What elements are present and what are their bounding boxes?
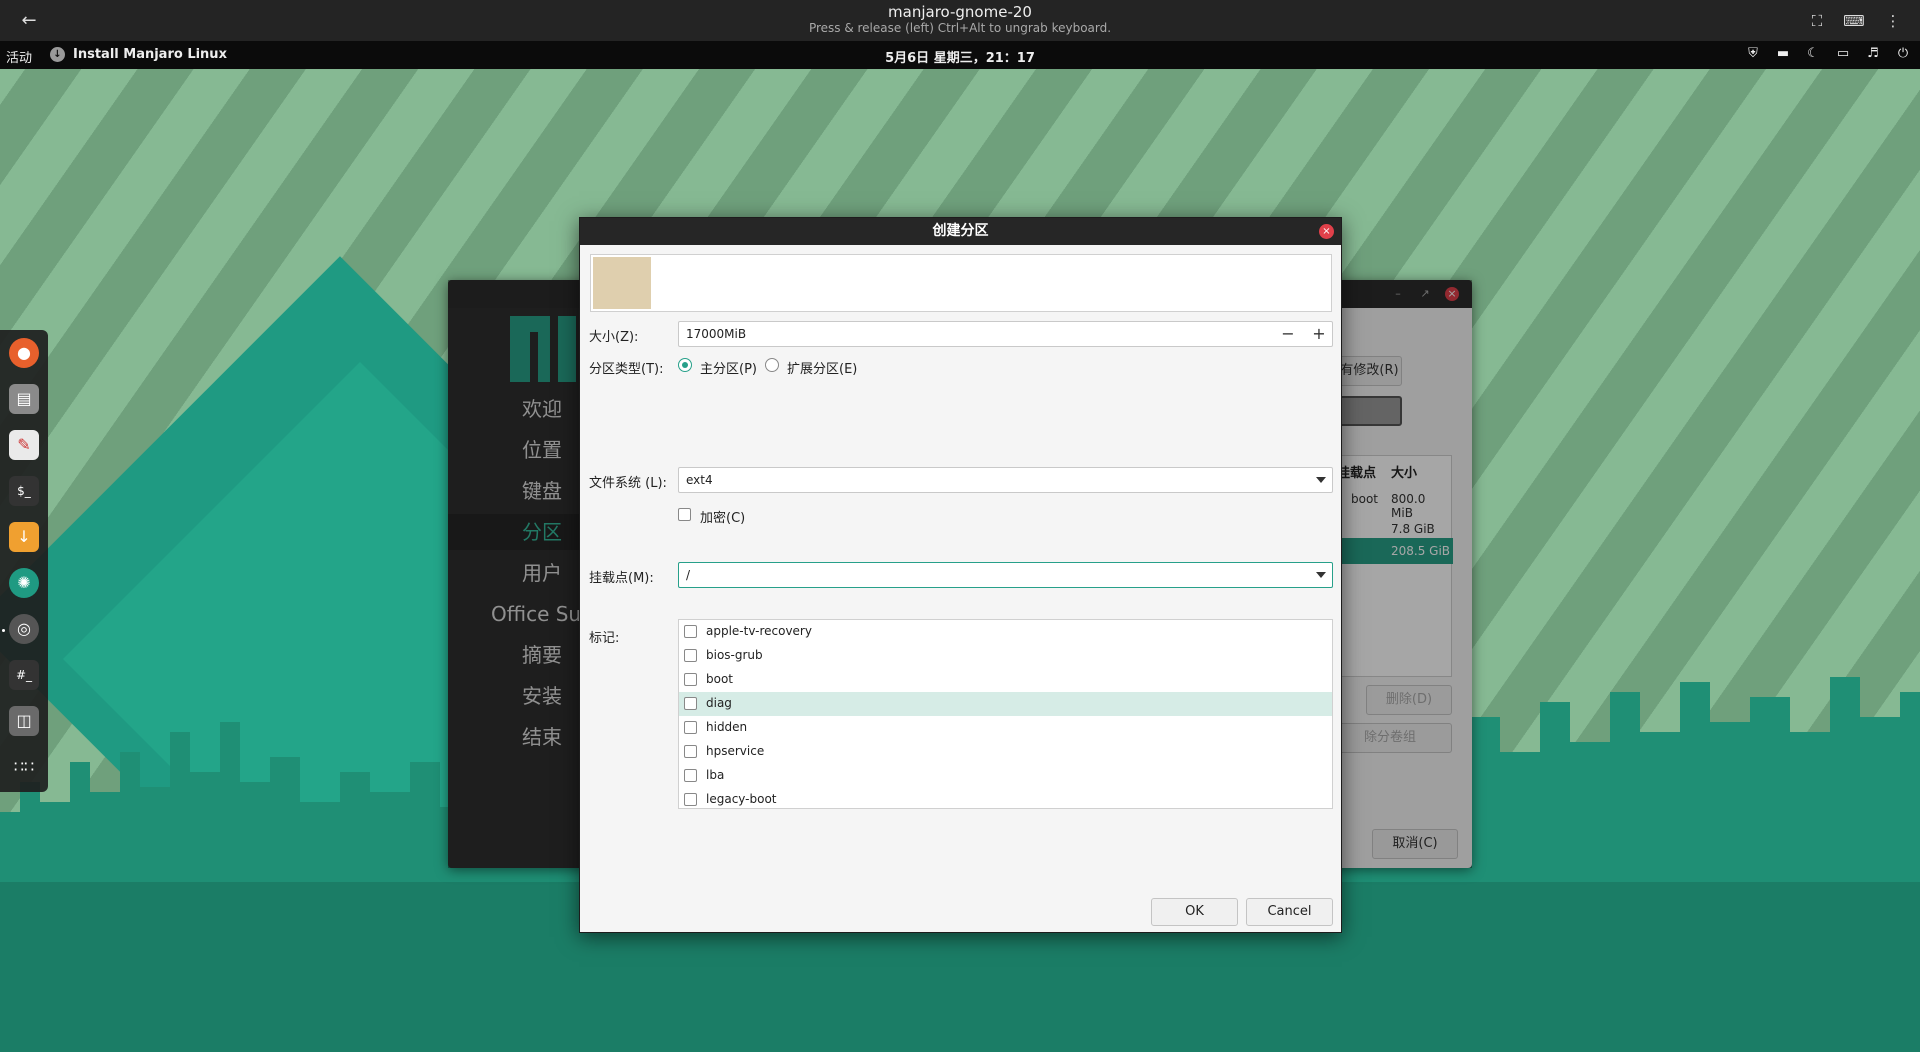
- flag-label: hpservice: [706, 744, 765, 758]
- cancel-button[interactable]: Cancel: [1246, 898, 1333, 926]
- ok-button[interactable]: OK: [1151, 898, 1238, 926]
- create-partition-dialog: 创建分区 × 大小(Z): 17000MiB − + 分区类型(T): 主分区(…: [579, 217, 1342, 933]
- list-item-highlighted[interactable]: diag: [679, 692, 1332, 716]
- terminal-update-icon[interactable]: #_: [9, 660, 39, 690]
- list-item[interactable]: hidden: [679, 716, 1332, 740]
- extended-partition-label[interactable]: 扩展分区(E): [787, 358, 857, 377]
- filesystem-value: ext4: [686, 473, 713, 487]
- flag-label: bios-grub: [706, 648, 763, 662]
- flag-checkbox[interactable]: [684, 793, 697, 806]
- terminal-icon[interactable]: $_: [9, 476, 39, 506]
- flag-checkbox[interactable]: [684, 769, 697, 782]
- power-icon[interactable]: ⏻: [1894, 45, 1912, 63]
- fullscreen-icon[interactable]: ⛶: [1806, 10, 1828, 32]
- shield-icon[interactable]: ⛨: [1744, 45, 1762, 63]
- installer-disc-icon[interactable]: ◎: [9, 614, 39, 644]
- decrement-icon[interactable]: −: [1278, 325, 1298, 343]
- dialog-title: 创建分区: [580, 218, 1341, 245]
- viewer-title: manjaro-gnome-20: [888, 3, 1032, 21]
- menu-kebab-icon[interactable]: ⋮: [1882, 10, 1904, 32]
- mount-point-combobox[interactable]: /: [678, 562, 1333, 588]
- screen-icon[interactable]: ▭: [1834, 45, 1852, 63]
- primary-partition-radio[interactable]: [678, 358, 692, 372]
- size-spinbox[interactable]: 17000MiB − +: [678, 321, 1333, 347]
- filesystem-label: 文件系统 (L):: [589, 476, 667, 491]
- night-light-icon[interactable]: ☾: [1804, 45, 1822, 63]
- system-tray[interactable]: ⛨ ▬ ☾ ▭ ♬ ⏻: [1744, 45, 1912, 63]
- chevron-down-icon: [1316, 477, 1326, 483]
- viewer-subtitle: Press & release (left) Ctrl+Alt to ungra…: [808, 21, 1112, 35]
- app-grid-icon[interactable]: ∷∷: [9, 752, 39, 782]
- clock[interactable]: 5月6日 星期三，21：17: [0, 47, 1920, 66]
- flag-checkbox[interactable]: [684, 649, 697, 662]
- running-indicator: [2, 629, 5, 632]
- size-label: 大小(Z):: [589, 330, 639, 345]
- encrypt-label[interactable]: 加密(C): [700, 507, 745, 526]
- flags-list[interactable]: apple-tv-recovery bios-grub boot diag hi…: [678, 619, 1333, 809]
- flag-checkbox[interactable]: [684, 745, 697, 758]
- flag-checkbox[interactable]: [684, 721, 697, 734]
- chevron-down-icon[interactable]: [1316, 572, 1326, 578]
- trash-icon[interactable]: ◫: [9, 706, 39, 736]
- partition-preview-bar: [590, 254, 1332, 312]
- primary-partition-label[interactable]: 主分区(P): [700, 358, 757, 377]
- list-item[interactable]: boot: [679, 668, 1332, 692]
- close-icon[interactable]: ×: [1319, 224, 1334, 239]
- dash-dock: ● ▤ ✎ $_ ↓ ✺ ◎ #_ ◫ ∷∷: [0, 330, 48, 792]
- flag-checkbox[interactable]: [684, 625, 697, 638]
- mount-point-value: /: [686, 568, 691, 582]
- network-icon[interactable]: ▬: [1774, 45, 1792, 63]
- text-editor-icon[interactable]: ✎: [9, 430, 39, 460]
- viewer-titlebar: ← manjaro-gnome-20 Press & release (left…: [0, 0, 1920, 41]
- manjaro-hello-icon[interactable]: ✺: [9, 568, 39, 598]
- extended-partition-radio[interactable]: [765, 358, 779, 372]
- install-download-icon[interactable]: ↓: [9, 522, 39, 552]
- list-item[interactable]: hpservice: [679, 740, 1332, 764]
- flag-label: diag: [706, 696, 732, 710]
- filesystem-select[interactable]: ext4: [678, 467, 1333, 493]
- gnome-top-bar: 活动 ↓ Install Manjaro Linux 5月6日 星期三，21：1…: [0, 41, 1920, 69]
- flag-label: legacy-boot: [706, 792, 777, 806]
- flag-label: boot: [706, 672, 734, 686]
- firefox-icon[interactable]: ●: [9, 338, 39, 368]
- partition-color-swatch: [593, 257, 651, 309]
- volume-icon[interactable]: ♬: [1864, 45, 1882, 63]
- encrypt-checkbox[interactable]: [678, 508, 691, 521]
- list-item[interactable]: bios-grub: [679, 644, 1332, 668]
- list-item[interactable]: legacy-boot: [679, 788, 1332, 808]
- flags-label: 标记:: [589, 631, 620, 646]
- keyboard-icon[interactable]: ⌨: [1843, 10, 1865, 32]
- increment-icon[interactable]: +: [1309, 325, 1329, 343]
- flag-label: apple-tv-recovery: [706, 624, 812, 638]
- partition-type-label: 分区类型(T):: [589, 362, 664, 377]
- flag-checkbox[interactable]: [684, 673, 697, 686]
- flag-checkbox[interactable]: [684, 697, 697, 710]
- flag-label: lba: [706, 768, 725, 782]
- list-item[interactable]: lba: [679, 764, 1332, 788]
- list-item[interactable]: apple-tv-recovery: [679, 620, 1332, 644]
- flag-label: hidden: [706, 720, 748, 734]
- size-value: 17000MiB: [686, 327, 747, 341]
- files-icon[interactable]: ▤: [9, 384, 39, 414]
- mount-point-label: 挂载点(M):: [589, 571, 654, 586]
